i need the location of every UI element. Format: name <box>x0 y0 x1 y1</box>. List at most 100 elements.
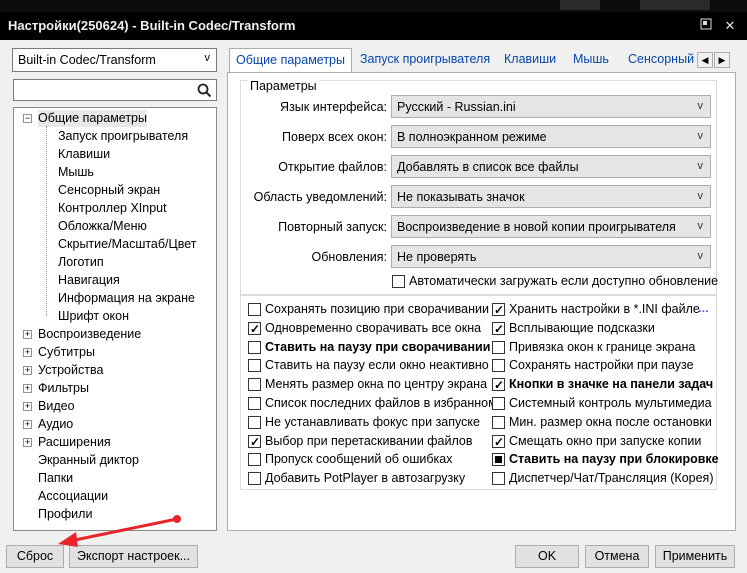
tree-item[interactable]: Сенсорный экран <box>58 182 160 199</box>
tab-touch[interactable]: Сенсорный <box>622 48 696 72</box>
checkbox-box[interactable] <box>492 376 505 394</box>
tree-item[interactable]: Скрытие/Масштаб/Цвет <box>58 236 197 253</box>
field-combo-value: В полноэкранном режиме <box>397 130 547 144</box>
checkbox-box[interactable] <box>248 320 261 338</box>
tab-general[interactable]: Общие параметры <box>229 48 352 73</box>
tab-scroll-left-icon[interactable]: ◀ <box>697 52 713 68</box>
chevron-down-icon: v <box>697 130 704 142</box>
cancel-button[interactable]: Отмена <box>585 545 649 568</box>
tree-item[interactable]: Логотип <box>58 254 104 271</box>
tree-item[interactable]: Видео <box>38 398 75 415</box>
checkbox-label: Пропуск сообщений об ошибках <box>265 452 453 467</box>
checkbox-box[interactable] <box>248 472 261 486</box>
field-label: Поверх всех окон: <box>282 130 387 144</box>
search-icon[interactable] <box>197 83 212 98</box>
tab-mouse[interactable]: Мышь <box>567 48 615 72</box>
tree-item[interactable]: Запуск проигрывателя <box>58 128 188 145</box>
checkbox-box[interactable] <box>248 453 261 467</box>
field-combo[interactable]: В полноэкранном режиме v <box>391 125 711 148</box>
chevron-down-icon: v <box>697 250 704 262</box>
tree-item[interactable]: Экранный диктор <box>38 452 139 469</box>
checkbox-box[interactable] <box>248 415 261 429</box>
checkbox-box[interactable] <box>492 433 505 451</box>
tree-item[interactable]: Аудио <box>38 416 73 433</box>
title-bar: Настройки(250624) - Built-in Codec/Trans… <box>0 12 747 40</box>
field-combo[interactable]: Русский - Russian.ini v <box>391 95 711 118</box>
tree-item[interactable]: Расширения <box>38 434 111 451</box>
checkbox-label: Ставить на паузу при сворачивании <box>265 339 491 354</box>
tab-keys[interactable]: Клавиши <box>498 48 562 72</box>
tab-label: Сенсорный <box>628 52 695 66</box>
expand-icon[interactable]: + <box>23 366 32 375</box>
pin-icon[interactable] <box>698 18 714 34</box>
checkbox-label: Список последних файлов в избранном <box>265 396 497 410</box>
checkbox-box[interactable] <box>248 378 261 392</box>
field-combo[interactable]: Воспроизведение в новой копии проигрыват… <box>391 215 711 238</box>
checkbox-box[interactable] <box>492 415 505 429</box>
tree-item[interactable]: Информация на экране <box>58 290 195 307</box>
export-settings-button[interactable]: Экспорт настроек... <box>69 545 198 568</box>
tree-item[interactable]: Воспроизведение <box>38 326 141 343</box>
taskbar-item <box>640 0 710 10</box>
checkbox-box[interactable] <box>248 397 261 410</box>
field-combo-value: Не показывать значок <box>397 190 525 204</box>
tree-item[interactable]: Профили <box>38 506 92 523</box>
close-icon[interactable]: ✕ <box>722 18 738 34</box>
collapse-icon[interactable]: − <box>23 114 32 123</box>
tree-item[interactable]: Шрифт окон <box>58 308 129 325</box>
tree-item[interactable]: Навигация <box>58 272 120 289</box>
ok-button[interactable]: OK <box>515 545 579 568</box>
expand-icon[interactable]: + <box>23 438 32 447</box>
checkbox-box[interactable] <box>492 397 505 410</box>
tree-item[interactable]: Устройства <box>38 362 103 379</box>
chevron-down-icon: v <box>204 52 211 64</box>
tree-item[interactable]: Контроллер XInput <box>58 200 167 217</box>
field-combo[interactable]: Не показывать значок v <box>391 185 711 208</box>
apply-button[interactable]: Применить <box>655 545 735 568</box>
checkbox-box[interactable] <box>248 359 261 373</box>
expand-icon[interactable]: + <box>23 330 32 339</box>
checkbox-box[interactable] <box>492 453 505 467</box>
preset-select[interactable]: Built-in Codec/Transform v <box>12 48 217 72</box>
expand-icon[interactable]: + <box>23 420 32 429</box>
reset-button[interactable]: Сброс <box>6 545 64 568</box>
expand-icon[interactable]: + <box>23 348 32 357</box>
tree-item[interactable]: Ассоциации <box>38 488 108 505</box>
checkbox-box[interactable] <box>248 340 261 354</box>
checkbox-label: Мин. размер окна после остановки <box>509 414 712 429</box>
checkbox-label: Привязка окон к границе экрана <box>509 339 696 354</box>
tab-startup[interactable]: Запуск проигрывателя <box>354 48 496 72</box>
checkbox-label: Системный контроль мультимедиа <box>509 396 712 410</box>
tree-item[interactable]: Обложка/Меню <box>58 218 147 235</box>
checkbox-label: Всплывающие подсказки <box>509 320 655 335</box>
settings-tree: − Общие параметры Запуск проигрывателя Клав… <box>13 107 217 531</box>
tab-scroll-right-icon[interactable]: ▶ <box>714 52 730 68</box>
search-input[interactable] <box>13 79 217 101</box>
tree-item[interactable]: Мышь <box>58 164 94 181</box>
checkbox-box[interactable] <box>492 472 505 486</box>
checkbox-box[interactable] <box>248 433 261 451</box>
tree-item[interactable]: Субтитры <box>38 344 95 361</box>
checkbox-box[interactable] <box>492 340 505 354</box>
expand-icon[interactable]: + <box>23 384 32 393</box>
field-combo-value: Русский - Russian.ini <box>397 100 516 114</box>
checkbox-box[interactable] <box>492 359 505 373</box>
checkbox-label: Выбор при перетаскивании файлов <box>265 433 473 448</box>
tree-item[interactable]: Папки <box>38 470 73 487</box>
checkbox-box[interactable] <box>392 275 405 288</box>
field-combo[interactable]: Добавлять в список все файлы v <box>391 155 711 178</box>
expand-icon[interactable]: + <box>23 402 32 411</box>
tree-item[interactable]: Общие параметры <box>38 110 147 127</box>
tab-label: Запуск проигрывателя <box>360 52 491 66</box>
tree-item[interactable]: Фильтры <box>38 380 89 397</box>
checkbox-box[interactable] <box>492 301 505 319</box>
checkbox-label: Ставить на паузу если окно неактивно <box>265 358 489 373</box>
more-options-icon[interactable]: … <box>698 303 709 315</box>
checkbox-box[interactable] <box>248 303 261 316</box>
field-combo[interactable]: Не проверять v <box>391 245 711 268</box>
checkbox-box[interactable] <box>492 320 505 338</box>
checkbox-label: Одновременно сворачивать все окна <box>265 320 482 335</box>
tree-item[interactable]: Клавиши <box>58 146 110 163</box>
chevron-down-icon: v <box>697 220 704 232</box>
chevron-down-icon: v <box>697 100 704 112</box>
